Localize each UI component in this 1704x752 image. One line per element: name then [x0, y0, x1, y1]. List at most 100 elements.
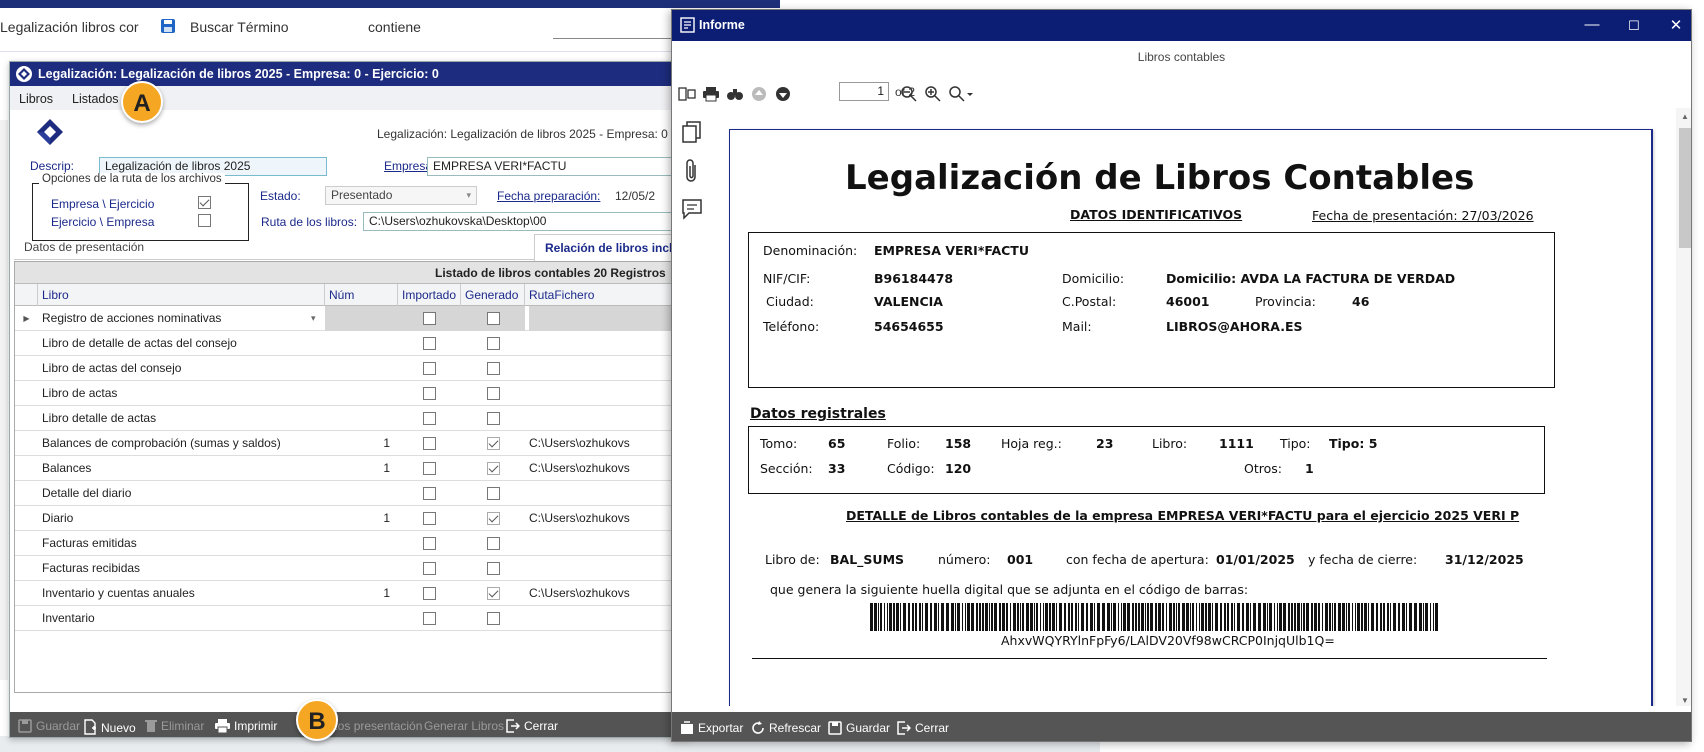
table-row[interactable]: Libro de actas [15, 381, 689, 406]
cell-num[interactable]: 1 [325, 581, 398, 606]
cell-rutafichero[interactable] [529, 331, 689, 356]
menu-listados[interactable]: Listados [72, 92, 119, 106]
zoom-dropdown-icon[interactable] [948, 85, 974, 103]
cell-num[interactable] [325, 606, 398, 631]
cell-libro[interactable]: Inventario [42, 606, 322, 631]
vertical-scroll-thumb[interactable] [1679, 128, 1691, 248]
pages-icon[interactable] [681, 120, 703, 147]
generado-checkbox[interactable] [487, 387, 500, 400]
page-number-input[interactable]: 1 [839, 82, 889, 101]
cell-rutafichero[interactable]: C:\Users\ozhukovs [529, 581, 689, 606]
guardar-button[interactable]: Guardar [18, 719, 80, 733]
col-libro[interactable]: Libro [38, 284, 325, 306]
table-row[interactable]: Libro detalle de actas [15, 406, 689, 431]
importado-checkbox[interactable] [423, 337, 436, 350]
cell-num[interactable]: 1 [325, 431, 398, 456]
cell-libro[interactable]: Diario [42, 506, 322, 531]
empresa-input[interactable]: EMPRESA VERI*FACTU [427, 157, 689, 176]
table-row[interactable]: Facturas recibidas [15, 556, 689, 581]
cell-libro[interactable]: Libro detalle de actas [42, 406, 322, 431]
menu-libros[interactable]: Libros [19, 92, 53, 106]
importado-checkbox[interactable] [423, 412, 436, 425]
generar-libros-button[interactable]: Generar Libros [424, 719, 504, 733]
importado-checkbox[interactable] [423, 362, 436, 375]
cell-rutafichero[interactable] [529, 406, 689, 431]
generado-checkbox[interactable] [487, 587, 500, 600]
fecha-preparacion-value[interactable]: 12/05/2 [615, 189, 655, 203]
generado-checkbox[interactable] [487, 537, 500, 550]
generado-checkbox[interactable] [487, 612, 500, 625]
table-row[interactable]: Inventario y cuentas anuales 1 C:\Users\oz… [15, 581, 689, 606]
report-guardar-button[interactable]: Guardar [828, 721, 890, 735]
cell-libro[interactable]: Facturas emitidas [42, 531, 322, 556]
cell-num[interactable]: 1 [325, 456, 398, 481]
cell-rutafichero[interactable]: C:\Users\ozhukovs [529, 431, 689, 456]
cell-rutafichero[interactable] [529, 381, 689, 406]
scroll-down-icon[interactable]: ▼ [1681, 696, 1689, 705]
ruta-input[interactable]: C:\Users\ozhukovska\Desktop\00 [363, 212, 689, 231]
cell-rutafichero[interactable] [529, 306, 689, 331]
importado-checkbox[interactable] [423, 512, 436, 525]
cell-num[interactable] [325, 381, 398, 406]
maximize-icon[interactable]: ☐ [1624, 18, 1644, 34]
option-ejercicio-empresa-checkbox[interactable] [198, 214, 211, 227]
importado-checkbox[interactable] [423, 387, 436, 400]
print-icon[interactable] [702, 85, 720, 103]
next-page-icon[interactable] [774, 85, 792, 103]
cell-libro[interactable]: Registro de acciones nominativas [42, 306, 322, 331]
table-row[interactable]: Diario 1 C:\Users\ozhukovs [15, 506, 689, 531]
cell-num[interactable]: 1 [325, 506, 398, 531]
cell-libro[interactable]: Facturas recibidas [42, 556, 322, 581]
cell-rutafichero[interactable] [529, 481, 689, 506]
table-row[interactable]: Balances 1 C:\Users\ozhukovs [15, 456, 689, 481]
importado-checkbox[interactable] [423, 462, 436, 475]
imprimir-button[interactable]: Imprimir [215, 719, 277, 734]
chevron-down-icon[interactable]: ▾ [311, 306, 321, 331]
generado-checkbox[interactable] [487, 512, 500, 525]
close-icon[interactable]: ✕ [1666, 16, 1686, 34]
option-empresa-ejercicio-checkbox[interactable] [198, 196, 211, 209]
table-row[interactable]: ▶ Registro de acciones nominativas ▾ [15, 306, 689, 331]
attachment-icon[interactable] [683, 158, 701, 187]
generado-checkbox[interactable] [487, 337, 500, 350]
importado-checkbox[interactable] [423, 612, 436, 625]
eliminar-button[interactable]: Eliminar [145, 719, 204, 733]
nuevo-button[interactable]: Nuevo [83, 719, 136, 735]
table-row[interactable]: Libro de detalle de actas del consejo [15, 331, 689, 356]
cell-libro[interactable]: Libro de actas del consejo [42, 356, 322, 381]
generado-checkbox[interactable] [487, 562, 500, 575]
report-cerrar-button[interactable]: Cerrar [897, 721, 949, 735]
generado-checkbox[interactable] [487, 487, 500, 500]
cerrar-button[interactable]: Cerrar [506, 719, 558, 733]
generado-checkbox[interactable] [487, 362, 500, 375]
col-generado[interactable]: Generado [461, 284, 525, 306]
scroll-up-icon[interactable]: ▲ [1681, 112, 1689, 121]
table-row[interactable]: Libro de actas del consejo [15, 356, 689, 381]
cell-libro[interactable]: Balances [42, 456, 322, 481]
refrescar-button[interactable]: Refrescar [751, 721, 821, 735]
cell-libro[interactable]: Balances de comprobación (sumas y saldos… [42, 431, 322, 456]
minimize-icon[interactable]: — [1582, 16, 1602, 33]
cell-rutafichero[interactable]: C:\Users\ozhukovs [529, 506, 689, 531]
exportar-button[interactable]: Exportar [680, 721, 743, 735]
generado-checkbox[interactable] [487, 462, 500, 475]
col-num[interactable]: Núm [325, 284, 398, 306]
cell-rutafichero[interactable] [529, 531, 689, 556]
tab-relacion-libros[interactable]: Relación de libros incl [534, 234, 689, 261]
cell-rutafichero[interactable]: C:\Users\ozhukovs [529, 456, 689, 481]
generado-checkbox[interactable] [487, 437, 500, 450]
comment-icon[interactable] [681, 198, 703, 223]
cell-num[interactable] [325, 531, 398, 556]
cell-rutafichero[interactable] [529, 606, 689, 631]
cell-num[interactable] [325, 356, 398, 381]
col-rutafichero[interactable]: RutaFichero [525, 284, 689, 306]
cell-libro[interactable]: Inventario y cuentas anuales [42, 581, 322, 606]
importado-checkbox[interactable] [423, 312, 436, 325]
cell-num[interactable] [325, 406, 398, 431]
generado-checkbox[interactable] [487, 312, 500, 325]
tab-datos-presentacion[interactable]: Datos de presentación [24, 240, 144, 254]
importado-checkbox[interactable] [423, 562, 436, 575]
cell-libro[interactable]: Detalle del diario [42, 481, 322, 506]
cell-rutafichero[interactable] [529, 556, 689, 581]
cell-libro[interactable]: Libro de detalle de actas del consejo [42, 331, 322, 356]
